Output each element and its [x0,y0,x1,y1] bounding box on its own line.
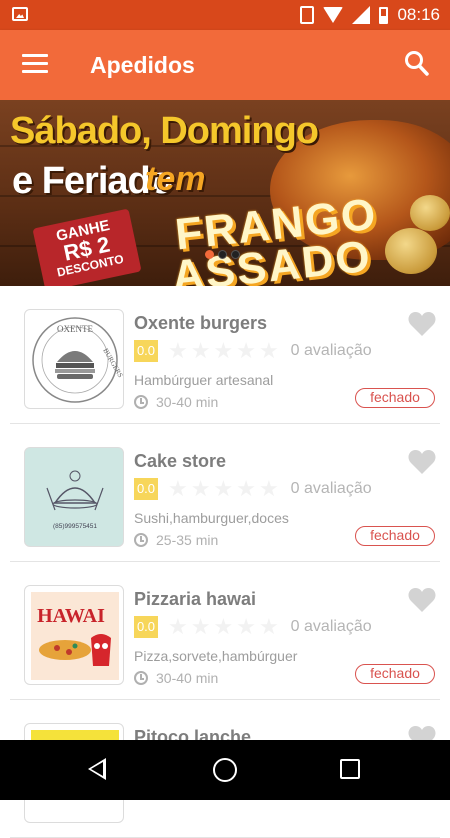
banner-line1: Sábado, Domingo [10,110,319,152]
star-icon: ★ [236,338,256,363]
system-navigation-bar [0,740,450,800]
home-icon[interactable] [213,758,237,782]
restaurant-card[interactable]: HAWAI Pizzaria hawai 0.0 ★ ★ ★ ★ ★ 0 avaliaç… [10,562,440,700]
star-icon: ★ [168,614,188,639]
star-icon: ★ [168,476,188,501]
restaurant-categories: Pizza,sorvete,hambúrguer [134,648,298,664]
svg-text:HAWAI: HAWAI [37,605,105,627]
rating-row: 0.0 ★ ★ ★ ★ ★ 0 avaliação [134,340,372,362]
restaurant-logo: HAWAI [24,585,124,685]
review-count: 0 avaliação [290,480,372,497]
heart-icon[interactable] [408,311,436,337]
status-bar: 08:16 [0,0,450,30]
rating-row: 0.0 ★ ★ ★ ★ ★ 0 avaliação [134,616,372,638]
cell-signal-icon [352,6,371,24]
heart-icon[interactable] [408,449,436,475]
banner-page-indicator [205,250,240,259]
page-dot[interactable] [205,250,214,259]
clock-icon [134,533,148,547]
star-icon: ★ [190,338,211,363]
star-rating: ★ ★ ★ ★ ★ [168,340,279,362]
clock-icon [134,671,148,685]
battery-icon [379,6,389,24]
restaurant-name: Pizzaria hawai [134,589,257,609]
star-icon: ★ [213,338,234,363]
restaurant-logo: (85)999575451 [24,447,124,547]
svg-text:(85)999575451: (85)999575451 [53,523,97,530]
gallery-notification-icon [12,7,28,21]
restaurant-card[interactable]: (85)999575451 Cake store 0.0 ★ ★ ★ ★ ★ 0 ava… [10,424,440,562]
rating-score: 0.0 [134,340,158,362]
discount-tag: GANHE R$ 2 DESCONTO [32,208,142,286]
banner-headline2: ASSADO [169,231,374,286]
page-dot[interactable] [231,250,240,259]
menu-icon[interactable] [22,54,48,74]
back-icon[interactable] [88,758,106,780]
review-count: 0 avaliação [290,618,372,635]
wifi-icon [323,7,344,23]
delivery-time: 30-40 min [134,670,218,686]
restaurant-card[interactable]: OXENTE BURGERS Oxente burgers 0.0 ★ ★ ★ ★ ★ … [10,286,440,424]
star-icon: ★ [190,476,211,501]
star-icon: ★ [213,614,234,639]
star-icon: ★ [236,614,256,639]
vibrate-icon [300,6,315,24]
star-icon: ★ [258,338,279,363]
delivery-time: 25-35 min [134,532,218,548]
star-rating: ★ ★ ★ ★ ★ [168,478,279,500]
clock-icon [134,395,148,409]
delivery-time: 30-40 min [134,394,218,410]
review-count: 0 avaliação [290,342,372,359]
status-badge: fechado [355,388,435,408]
recent-apps-icon[interactable] [340,759,360,779]
restaurant-categories: Hambúrguer artesanal [134,372,274,388]
svg-text:OXENTE: OXENTE [57,324,93,334]
star-icon: ★ [258,614,279,639]
restaurant-categories: Sushi,hamburguer,doces [134,510,289,526]
promo-banner[interactable]: Sábado, Domingo e Feriado tem FRANGO ASS… [0,100,450,286]
restaurant-name: Oxente burgers [134,313,268,333]
restaurant-logo: OXENTE BURGERS [24,309,124,409]
app-bar: Apedidos [0,30,450,100]
rating-score: 0.0 [134,616,158,638]
star-rating: ★ ★ ★ ★ ★ [168,616,279,638]
restaurant-name: Cake store [134,451,227,471]
star-icon: ★ [213,476,234,501]
app-title: Apedidos [90,52,195,78]
rating-row: 0.0 ★ ★ ★ ★ ★ 0 avaliação [134,478,372,500]
star-icon: ★ [258,476,279,501]
status-badge: fechado [355,526,435,546]
search-icon[interactable] [404,50,430,78]
page-dot[interactable] [218,250,227,259]
status-badge: fechado [355,664,435,684]
star-icon: ★ [168,338,188,363]
banner-accent: tem [145,160,206,198]
status-time: 08:16 [397,5,440,24]
rating-score: 0.0 [134,478,158,500]
heart-icon[interactable] [408,587,436,613]
star-icon: ★ [190,614,211,639]
potato-image [385,228,437,274]
star-icon: ★ [236,476,256,501]
